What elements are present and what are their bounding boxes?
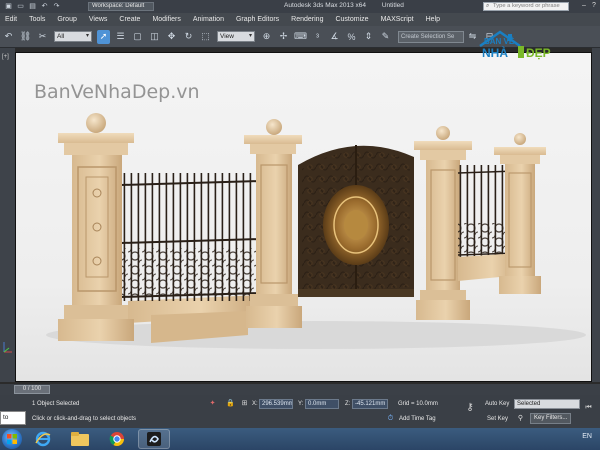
watermark-text: BanVeNhaDep.vn <box>34 81 200 103</box>
right-panel <box>592 48 600 382</box>
menu-tools[interactable]: Tools <box>24 16 52 23</box>
isolate-selection-icon[interactable]: ✦ <box>208 399 217 408</box>
prompt-line: Click or click-and-drag to select object… <box>32 416 137 422</box>
start-button-icon[interactable] <box>2 429 22 449</box>
file-name: Untitled <box>381 2 404 9</box>
menu-animation[interactable]: Animation <box>188 16 231 23</box>
help-icon[interactable]: ? <box>590 1 598 11</box>
undo-tool-icon[interactable]: ↶ <box>2 30 15 44</box>
absolute-mode-icon[interactable]: ⊞ <box>240 399 249 408</box>
key-filters-button[interactable]: Key Filters... <box>530 413 572 424</box>
y-label: Y: <box>298 401 304 407</box>
status-bar: to 1 Object Selected Click or click-and-… <box>0 395 600 428</box>
window-controls: – ? <box>580 1 598 11</box>
selection-filter-dropdown[interactable]: All <box>54 31 92 42</box>
logo-line2-right: ĐẸP <box>526 46 551 60</box>
auto-key-button[interactable]: Auto Key <box>485 401 509 407</box>
left-panel: [+] <box>0 48 15 382</box>
set-key-button[interactable]: Set Key <box>487 416 508 422</box>
selection-status: 1 Object Selected <box>32 401 80 407</box>
auto-key-selection-dropdown[interactable]: Selected <box>514 399 580 409</box>
menu-edit[interactable]: Edit <box>0 16 24 23</box>
title-bar: ▣ ▭ ▤ ↶ ↷ Workspace: Default Autodesk 3d… <box>0 0 600 13</box>
axis-tripod-icon <box>3 342 12 353</box>
select-manipulate-icon[interactable]: ✢ <box>277 30 290 44</box>
maxscript-listener-input[interactable]: to <box>0 411 26 425</box>
minimize-icon[interactable]: – <box>580 1 588 11</box>
app-menu-icon[interactable]: ▣ <box>4 3 13 11</box>
menu-customize[interactable]: Customize <box>330 16 375 23</box>
site-logo: BẢN VẼ NHÀ ĐẸP <box>479 30 551 60</box>
menu-rendering[interactable]: Rendering <box>286 16 330 23</box>
move-icon[interactable]: ✥ <box>165 30 178 44</box>
menu-group[interactable]: Group <box>52 16 83 23</box>
grid-size: Grid = 10.0mm <box>398 401 438 407</box>
windows-taskbar: EN <box>0 428 600 450</box>
unlink-icon[interactable]: ✂ <box>36 30 49 44</box>
snaps-toggle-icon[interactable]: ³ <box>311 30 324 44</box>
key-mode-icon[interactable]: ⚲ <box>516 414 525 423</box>
select-object-icon[interactable]: ➚ <box>97 29 110 44</box>
z-label: Z: <box>345 401 351 407</box>
window-crossing-icon[interactable]: ◫ <box>148 30 161 44</box>
search-input[interactable]: ⌕ Type a keyword or phrase <box>483 2 569 11</box>
menu-create[interactable]: Create <box>114 16 147 23</box>
rotate-icon[interactable]: ↻ <box>182 30 195 44</box>
link-icon[interactable]: ⛓ <box>19 30 32 44</box>
3ds-max-taskbar-icon[interactable] <box>138 429 170 449</box>
window-title: Autodesk 3ds Max 2013 x64 Untitled <box>284 2 404 9</box>
angle-snap-icon[interactable]: ∡ <box>328 30 341 44</box>
menu-modifiers[interactable]: Modifiers <box>147 16 187 23</box>
logo-line1: BẢN VẼ <box>484 37 515 46</box>
spinner-snap-icon[interactable]: ⇕ <box>362 30 375 44</box>
perspective-viewport[interactable]: BanVeNhaDep.vn <box>15 52 592 382</box>
z-coordinate-field[interactable]: -45.121mm <box>352 399 388 409</box>
internet-explorer-icon[interactable] <box>27 429 59 449</box>
reference-coordinate-dropdown[interactable]: View <box>217 31 255 42</box>
search-placeholder: Type a keyword or phrase <box>493 3 560 9</box>
time-slider[interactable]: 0 / 100 <box>0 384 600 395</box>
workspace-dropdown[interactable]: Workspace: Default <box>88 2 154 11</box>
edit-named-selection-icon[interactable]: ✎ <box>379 30 392 44</box>
key-icon[interactable]: ⚷ <box>462 403 478 413</box>
menu-views[interactable]: Views <box>84 16 115 23</box>
keyboard-shortcut-icon[interactable]: ⌨ <box>294 30 307 44</box>
select-by-name-icon[interactable]: ☰ <box>114 30 127 44</box>
x-coordinate-field[interactable]: 296.539mm <box>259 399 293 409</box>
open-file-icon[interactable]: ▭ <box>16 3 25 11</box>
scale-icon[interactable]: ⬚ <box>199 30 212 44</box>
goto-start-icon[interactable]: ⏮ <box>584 403 593 412</box>
named-selection-set-field[interactable]: Create Selection Se <box>398 30 464 43</box>
time-tag-icon[interactable]: ⏱ <box>386 414 395 423</box>
menu-bar: Edit Tools Group Views Create Modifiers … <box>0 13 600 26</box>
undo-icon[interactable]: ↶ <box>40 3 49 11</box>
viewport-label[interactable]: [+] <box>2 54 9 60</box>
percent-snap-icon[interactable]: % <box>345 30 358 44</box>
quick-access-toolbar: ▣ ▭ ▤ ↶ ↷ <box>0 3 88 11</box>
menu-help[interactable]: Help <box>421 16 447 23</box>
time-slider-thumb[interactable]: 0 / 100 <box>14 385 50 394</box>
x-label: X: <box>252 401 258 407</box>
redo-icon[interactable]: ↷ <box>52 3 61 11</box>
add-time-tag[interactable]: Add Time Tag <box>399 416 436 422</box>
menu-graph-editors[interactable]: Graph Editors <box>231 16 286 23</box>
rectangular-region-icon[interactable]: ▢ <box>131 30 144 44</box>
file-explorer-icon[interactable] <box>64 429 96 449</box>
pivot-center-icon[interactable]: ⊕ <box>260 30 273 44</box>
app-title: Autodesk 3ds Max 2013 x64 <box>284 2 367 9</box>
logo-line2-left: NHÀ <box>482 45 508 60</box>
selection-lock-icon[interactable]: 🔒 <box>226 399 235 408</box>
language-indicator[interactable]: EN <box>582 433 592 440</box>
search-icon: ⌕ <box>486 3 490 9</box>
chrome-icon[interactable] <box>101 429 133 449</box>
y-coordinate-field[interactable]: 0.0mm <box>305 399 339 409</box>
save-file-icon[interactable]: ▤ <box>28 3 37 11</box>
menu-maxscript[interactable]: MAXScript <box>376 16 421 23</box>
